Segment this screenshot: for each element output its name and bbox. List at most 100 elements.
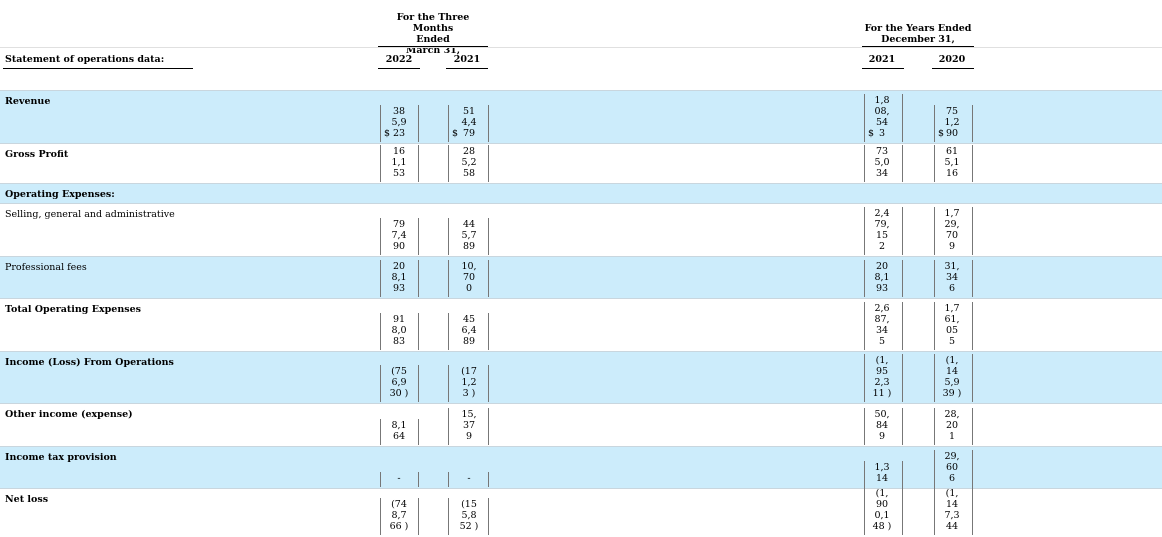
value-cell: (1, 14 7,3 44	[939, 488, 965, 532]
value-fragment: 79,	[874, 219, 890, 230]
value-cell: (1, 90 0,1 48 )	[869, 488, 895, 532]
value-fragment: 05	[945, 325, 959, 336]
column-divider	[864, 487, 865, 535]
value-cell: (75 6,9 30 )	[386, 366, 412, 399]
value-fragment: 52 )	[459, 521, 479, 532]
column-divider	[972, 105, 973, 142]
column-divider	[380, 472, 381, 487]
column-divider	[488, 145, 489, 182]
column-divider	[902, 302, 903, 350]
table-row: Total Operating Expenses 91 8,0 83 45 6,4 89 2,…	[0, 298, 1162, 352]
value-fragment: 15,	[461, 409, 477, 420]
value-fragment: 83	[392, 336, 406, 347]
table-row: Revenue 38 5,9 23 $51 4,4 79 $1,8 08, 54 3 $75 1,2 90…	[0, 90, 1162, 144]
column-divider	[380, 365, 381, 402]
value-fragment: 31,	[944, 261, 960, 272]
value-cell: 10, 70 0	[456, 261, 482, 294]
value-fragment: 15	[875, 230, 889, 241]
row-label: Other income (expense)	[5, 409, 133, 420]
years-header: For the Years Ended December 31,	[862, 23, 974, 45]
value-fragment: 1,1	[391, 157, 407, 168]
column-divider	[418, 419, 419, 445]
value-cell: 15, 37 9	[456, 409, 482, 442]
column-underline	[932, 68, 974, 69]
column-divider	[448, 260, 449, 297]
column-divider	[488, 218, 489, 255]
value-fragment: 14	[945, 499, 959, 510]
value-fragment: 9	[948, 241, 956, 252]
column-divider	[448, 408, 449, 445]
column-divider	[972, 145, 973, 182]
column-divider	[864, 302, 865, 350]
value-fragment: 34	[945, 272, 959, 283]
column-divider	[448, 365, 449, 402]
value-fragment: (1,	[875, 355, 889, 366]
column-divider	[418, 145, 419, 182]
value-cell: 1,7 61, 05 5	[939, 303, 965, 347]
value-fragment: 0,1	[874, 510, 890, 521]
table-row: Operating Expenses:	[0, 183, 1162, 204]
value-fragment: 90	[875, 499, 889, 510]
column-divider	[864, 145, 865, 182]
column-divider	[380, 260, 381, 297]
column-divider	[864, 207, 865, 255]
row-label: Income (Loss) From Operations	[5, 357, 174, 368]
value-fragment: 1,2	[944, 117, 960, 128]
value-fragment: 89	[462, 336, 476, 347]
value-fragment: 61,	[944, 314, 960, 325]
value-fragment: 34	[875, 325, 889, 336]
column-divider	[864, 94, 865, 142]
value-fragment: 5,9	[944, 377, 960, 388]
column-divider	[488, 313, 489, 350]
column-divider	[418, 105, 419, 142]
column-divider	[902, 408, 903, 445]
column-divider	[488, 365, 489, 402]
value-cell: 51 4,4 79	[456, 106, 482, 139]
row-label: Selling, general and administrative	[5, 209, 175, 220]
value-cell: 31, 34 6	[939, 261, 965, 294]
column-divider	[448, 313, 449, 350]
value-fragment: 58	[462, 168, 476, 179]
value-cell: 91 8,0 83	[386, 314, 412, 347]
column-header-2022-q: 2022	[385, 54, 413, 65]
column-divider	[972, 207, 973, 255]
value-fragment: 14	[875, 473, 889, 484]
value-fragment: 1	[948, 431, 956, 442]
value-fragment: 9	[465, 431, 473, 442]
value-fragment: 75	[945, 106, 959, 117]
row-label: Professional fees	[5, 262, 87, 273]
header-line: For the Three Months	[396, 12, 470, 34]
value-fragment: 6,4	[461, 325, 477, 336]
value-fragment: 95	[875, 366, 889, 377]
value-fragment: 29,	[944, 219, 960, 230]
table-row: Other income (expense) 8,1 64 15, 37 9 50, 84 9 2…	[0, 403, 1162, 447]
table-row: Net loss (74 8,7 66 ) (15 5,8 52 ) (1, 90 0,1 48 )…	[0, 487, 1162, 537]
column-divider	[864, 260, 865, 297]
row-label: Operating Expenses:	[5, 189, 115, 200]
value-fragment: 6	[948, 473, 956, 484]
column-divider	[934, 207, 935, 255]
section-label: Statement of operations data:	[5, 54, 165, 65]
table-row: Professional fees 20 8,1 93 10, 70 0 20 8,1 93 31,…	[0, 256, 1162, 299]
value-cell: 29, 60 6	[939, 451, 965, 484]
value-fragment: 66 )	[389, 521, 409, 532]
value-cell: 50, 84 9	[869, 409, 895, 442]
table-row: Income tax provision - - 1,3 14 29, 60 6	[0, 446, 1162, 489]
value-cell: 28 5,2 58	[456, 146, 482, 179]
column-divider	[448, 472, 449, 487]
row-label: Revenue	[5, 96, 51, 107]
value-fragment: 79	[392, 219, 406, 230]
value-cell: -	[456, 473, 482, 484]
header-line: December 31,	[881, 34, 955, 45]
column-divider	[972, 408, 973, 445]
value-fragment: 8,1	[874, 272, 890, 283]
value-fragment: (1,	[945, 355, 959, 366]
value-fragment: 20	[945, 420, 959, 431]
value-fragment: 5,1	[944, 157, 960, 168]
value-fragment: 7,3	[944, 510, 960, 521]
value-fragment: 8,1	[391, 420, 407, 431]
value-fragment: 5,8	[461, 510, 477, 521]
value-cell: -	[386, 473, 412, 484]
column-divider	[488, 105, 489, 142]
value-fragment: -	[467, 473, 471, 484]
